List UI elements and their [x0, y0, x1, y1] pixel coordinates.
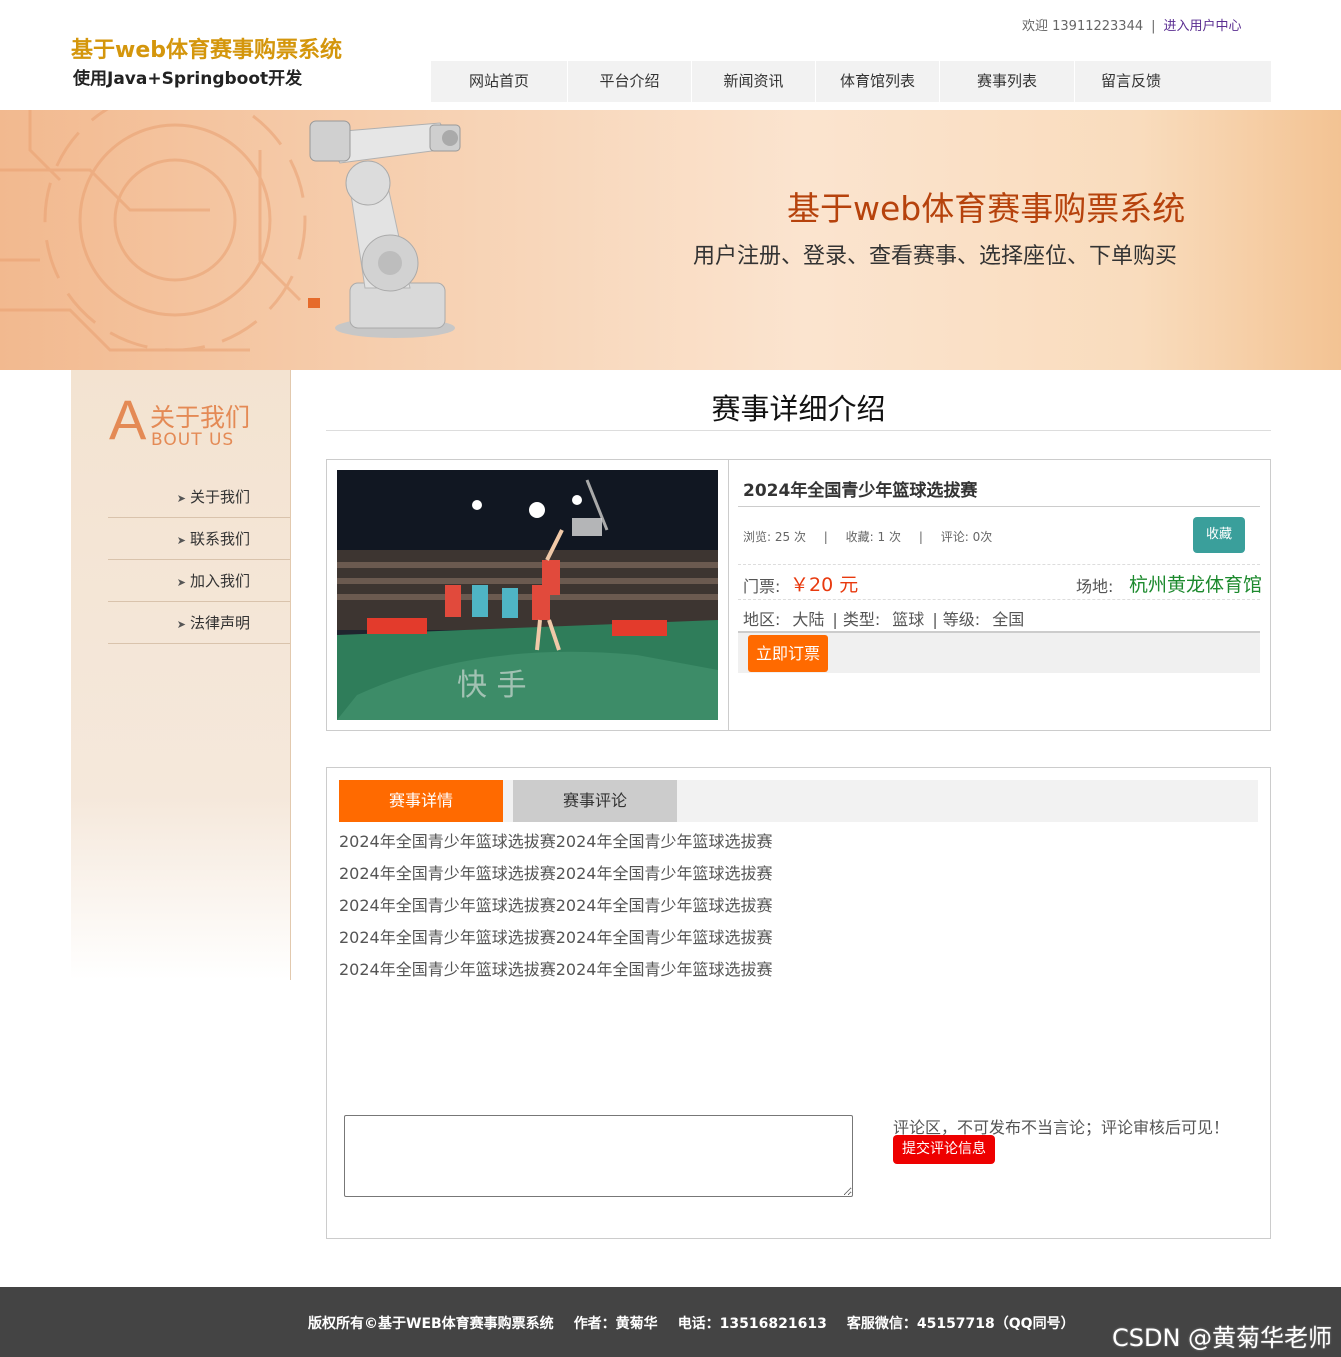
csdn-watermark: CSDN @黄菊华老师 [1112, 1324, 1333, 1352]
views-label: 浏览: [743, 530, 772, 544]
ticket-price: ￥20 元 [790, 574, 859, 596]
footer-wechat: 客服微信：45157718（QQ同号） [846, 1316, 1075, 1332]
nav-item-platform-intro[interactable]: 平台介绍 [568, 61, 692, 102]
comment-textarea[interactable] [344, 1115, 853, 1197]
about-us-heading-en: BOUT US [151, 430, 235, 450]
nav-item-gym-list[interactable]: 体育馆列表 [816, 61, 940, 102]
footer-author: 作者：黄菊华 [573, 1316, 658, 1332]
page-title: 赛事详细介绍 [326, 386, 1271, 431]
robot-arm-image [308, 120, 461, 338]
description-line: 2024年全国青少年篮球选拔赛2024年全国青少年篮球选拔赛 [339, 960, 773, 979]
nav-item-news[interactable]: 新闻资讯 [692, 61, 816, 102]
sidebar: A 关于我们 BOUT US ➤ 关于我们 ➤ 联系我们 ➤ 加入我们 ➤ 法律声明 [71, 370, 291, 980]
footer-copyright: 版权所有©基于WEB体育赛事购票系统 [308, 1316, 554, 1332]
stat-separator: | [918, 530, 923, 544]
chevron-right-icon: ➤ [176, 492, 186, 505]
favorites-count: 1 次 [877, 530, 901, 544]
site-header: 基于web体育赛事购票系统 使用Java+Springboot开发 欢迎 139… [0, 0, 1341, 110]
sidebar-item-label: 加入我们 [189, 572, 250, 590]
title-divider [738, 506, 1260, 507]
description-line: 2024年全国青少年篮球选拔赛2024年全国青少年篮球选拔赛 [339, 928, 773, 947]
description-line: 2024年全国青少年篮球选拔赛2024年全国青少年篮球选拔赛 [339, 864, 773, 883]
about-us-letter: A [109, 388, 147, 451]
buy-bar: 立即订票 [738, 631, 1260, 673]
event-title: 2024年全国青少年篮球选拔赛 [743, 481, 978, 501]
region-value: 大陆 [792, 610, 825, 629]
nav-item-event-list[interactable]: 赛事列表 [940, 61, 1075, 102]
user-welcome: 欢迎 13911223344 | 进入用户中心 [1022, 15, 1242, 34]
comments-label: 评论: [940, 530, 969, 544]
sidebar-item-contact[interactable]: ➤ 联系我们 [108, 518, 290, 560]
footer-phone: 电话：13516821613 [677, 1316, 827, 1332]
level-value: 全国 [992, 610, 1025, 629]
footer-info: 版权所有©基于WEB体育赛事购票系统 作者：黄菊华 电话：13516821613 客服… [308, 1313, 1095, 1333]
site-logo-subtitle: 使用Java+Springboot开发 [73, 69, 303, 89]
level-label: | 等级: [932, 610, 981, 629]
chevron-right-icon: ➤ [176, 534, 186, 547]
sidebar-item-about[interactable]: ➤ 关于我们 [108, 476, 290, 518]
type-value: 篮球 [892, 610, 925, 629]
favorites-label: 收藏: [845, 530, 874, 544]
favorite-button[interactable]: 收藏 [1193, 517, 1245, 553]
sidebar-item-label: 联系我们 [189, 530, 250, 548]
sidebar-item-label: 法律声明 [189, 614, 250, 632]
dashed-divider [738, 564, 1260, 565]
sidebar-item-label: 关于我们 [189, 488, 250, 506]
description-line: 2024年全国青少年篮球选拔赛2024年全国青少年篮球选拔赛 [339, 832, 773, 851]
description-line: 2024年全国青少年篮球选拔赛2024年全国青少年篮球选拔赛 [339, 896, 773, 915]
hero-banner: 基于web体育赛事购票系统 用户注册、登录、查看赛事、选择座位、下单购买 [0, 110, 1341, 370]
tab-bar: 赛事详情 赛事评论 [339, 780, 1258, 822]
banner-subtitle: 用户注册、登录、查看赛事、选择座位、下单购买 [693, 244, 1178, 269]
banner-title: 基于web体育赛事购票系统 [787, 189, 1186, 228]
submit-comment-button[interactable]: 提交评论信息 [893, 1135, 995, 1164]
chevron-right-icon: ➤ [176, 618, 186, 631]
sidebar-item-join[interactable]: ➤ 加入我们 [108, 560, 290, 602]
event-description: 2024年全国青少年篮球选拔赛2024年全国青少年篮球选拔赛 2024年全国青少… [339, 826, 772, 986]
region-label: 地区: [743, 610, 781, 629]
tab-event-comments[interactable]: 赛事评论 [513, 780, 677, 822]
dashed-divider [738, 599, 1260, 600]
type-label: | 类型: [832, 610, 881, 629]
comments-count: 0次 [972, 530, 993, 544]
ticket-label: 门票: [743, 577, 781, 596]
about-us-heading: 关于我们 [150, 403, 251, 432]
sidebar-item-legal[interactable]: ➤ 法律声明 [108, 602, 290, 644]
site-logo-title[interactable]: 基于web体育赛事购票系统 [71, 32, 342, 64]
event-photo: 快 手 [337, 470, 718, 720]
event-meta: 地区: 大陆 | 类型: 篮球 | 等级: 全国 [743, 606, 1032, 630]
main-nav: 网站首页 平台介绍 新闻资讯 体育馆列表 赛事列表 留言反馈 [431, 61, 1271, 102]
welcome-text: 欢迎 13911223344 [1022, 19, 1144, 34]
nav-item-feedback[interactable]: 留言反馈 [1075, 61, 1187, 102]
venue-link[interactable]: 杭州黄龙体育馆 [1129, 570, 1262, 597]
views-count: 25 次 [774, 530, 806, 544]
welcome-separator: | [1151, 19, 1156, 34]
svg-text:快 手: 快 手 [457, 668, 527, 703]
stat-separator: | [823, 530, 828, 544]
venue-label: 场地: [1076, 577, 1114, 596]
event-detail-card: 快 手 2024年全国青少年篮球选拔赛 浏览: 25 次 | 收藏: 1 次 |… [326, 459, 1271, 731]
chevron-right-icon: ➤ [176, 576, 186, 589]
nav-item-home[interactable]: 网站首页 [431, 61, 568, 102]
event-tabs-panel: 赛事详情 赛事评论 2024年全国青少年篮球选拔赛2024年全国青少年篮球选拔赛… [326, 767, 1271, 1239]
event-stats: 浏览: 25 次 | 收藏: 1 次 | 评论: 0次 [743, 528, 992, 545]
user-center-link[interactable]: 进入用户中心 [1164, 19, 1242, 34]
tab-event-details[interactable]: 赛事详情 [339, 780, 503, 822]
buy-ticket-button[interactable]: 立即订票 [748, 635, 828, 672]
detail-divider [728, 460, 729, 730]
